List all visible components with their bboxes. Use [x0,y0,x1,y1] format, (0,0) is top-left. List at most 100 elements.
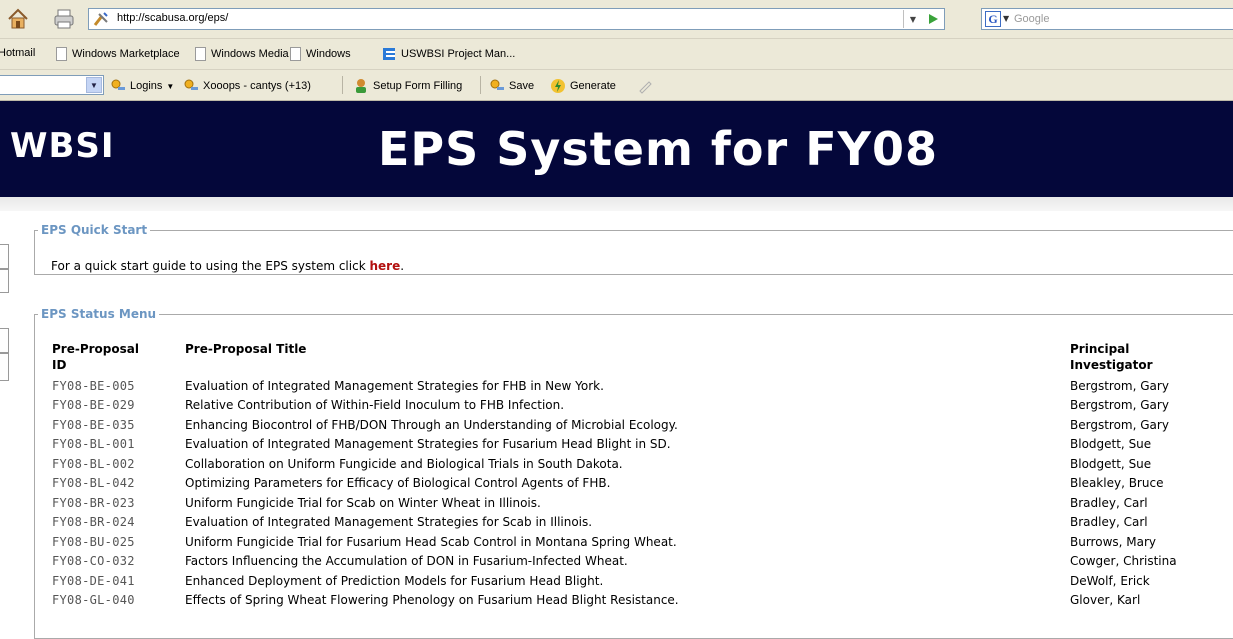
left-tab[interactable] [0,269,9,293]
column-header-id-line2: ID [52,358,67,372]
toolbar-separator [480,76,481,94]
principal-investigator: Bleakley, Bruce [1070,476,1164,491]
key-people-icon [184,79,198,90]
proposal-id[interactable]: FY08-BE-029 [52,398,135,412]
lightning-icon [551,79,565,93]
table-row[interactable]: FY08-DE-041 Enhanced Deployment of Predic… [52,574,1233,593]
table-row[interactable]: FY08-BR-024 Evaluation of Integrated Mana… [52,515,1233,534]
bookmarks-toolbar: Hotmail Windows Marketplace Windows Medi… [0,39,1233,70]
table-row[interactable]: FY08-CO-032 Factors Influencing the Accum… [52,554,1233,573]
proposal-id[interactable]: FY08-CO-032 [52,554,135,568]
chevron-down-icon: ▼ [166,81,175,91]
bookmark-label: Windows Marketplace [72,48,180,60]
principal-investigator: DeWolf, Erick [1070,573,1150,588]
principal-investigator: Blodgett, Sue [1070,456,1152,471]
quick-start-panel: EPS Quick Start For a quick start guide … [34,223,1233,275]
page-title: EPS System for FY08 [378,122,938,176]
principal-investigator: Burrows, Mary [1070,534,1157,549]
home-icon[interactable] [4,5,32,33]
bookmark-windows-media[interactable]: Windows Media [195,47,289,61]
table-row[interactable]: FY08-BL-002 Collaboration on Uniform Fung… [52,457,1233,476]
table-row[interactable]: FY08-BE-029 Relative Contribution of With… [52,398,1233,417]
proposal-id[interactable]: FY08-BE-005 [52,379,135,393]
principal-investigator: Bradley, Carl [1070,515,1148,530]
bookmark-label: Hotmail [0,47,36,59]
proposal-id[interactable]: FY08-BR-023 [52,496,135,510]
proposal-title: Effects of Spring Wheat Flowering Phenol… [185,592,679,607]
proposal-id[interactable]: FY08-GL-040 [52,593,135,607]
proposal-id[interactable]: FY08-BE-035 [52,418,135,432]
proposal-title: Evaluation of Integrated Management Stra… [185,379,604,393]
logins-menu-button[interactable]: Logins ▼ [110,78,174,94]
toolbar-separator [342,76,343,94]
site-logo: WBSI [10,126,115,166]
site-favicon-icon [93,11,109,27]
bookmark-windows[interactable]: Windows [290,47,351,61]
table-row[interactable]: FY08-BE-005 Evaluation of Integrated Mana… [52,379,1233,398]
table-row[interactable]: FY08-BU-025 Uniform Fungicide Trial for F… [52,535,1233,554]
proposal-id[interactable]: FY08-BL-001 [52,437,135,451]
proposal-id[interactable]: FY08-BL-002 [52,457,135,471]
proposal-title: Evaluation of Integrated Management Stra… [185,515,593,530]
url-text: http://scabusa.org/eps/ [117,12,229,24]
principal-investigator: Cowger, Christina [1070,554,1177,569]
quick-start-link[interactable]: here [369,259,400,273]
chevron-down-icon[interactable]: ▼ [903,10,922,28]
status-menu-legend: EPS Status Menu [41,307,157,321]
chevron-down-icon[interactable]: ▼ [86,77,102,93]
bookmark-windows-marketplace[interactable]: Windows Marketplace [56,47,180,61]
principal-investigator: Bergstrom, Gary [1070,379,1169,393]
key-people-icon [490,79,504,90]
proposal-title: Optimizing Parameters for Efficacy of Bi… [185,476,611,491]
go-arrow-icon[interactable] [924,10,942,28]
quick-start-sentence: For a quick start guide to using the EPS… [51,259,370,273]
proposal-id[interactable]: FY08-BR-024 [52,515,135,529]
column-header-title: Pre-Proposal Title [185,342,307,356]
column-header-pi: Principal Investigator [1070,341,1153,373]
bookmark-uswbsi-project[interactable]: USWBSI Project Man... [382,47,515,61]
page-icon [56,47,67,61]
search-engine-dropdown-icon[interactable]: ▼ [1003,14,1009,23]
proposal-title: Enhanced Deployment of Prediction Models… [185,573,604,588]
navigation-toolbar: http://scabusa.org/eps/ ▼ G ▼ Google [0,0,1233,39]
left-tab[interactable] [0,328,9,353]
principal-investigator: Bergstrom, Gary [1070,417,1169,432]
setup-form-filling-button[interactable]: Setup Form Filling [353,78,462,94]
proposal-id[interactable]: FY08-BL-042 [52,476,135,490]
principal-investigator: Glover, Karl [1070,592,1141,607]
proposal-title: Evaluation of Integrated Management Stra… [185,437,671,452]
logins-label: Logins [130,80,163,92]
table-row[interactable]: FY08-BL-001 Evaluation of Integrated Mana… [52,437,1233,456]
column-header-id-line1: Pre-Proposal [52,342,139,356]
key-people-icon [111,79,125,90]
save-button[interactable]: Save [489,78,534,94]
table-row[interactable]: FY08-BL-042 Optimizing Parameters for Eff… [52,476,1233,495]
generate-button[interactable]: Generate [550,78,616,94]
left-tab[interactable] [0,353,9,381]
address-bar[interactable]: http://scabusa.org/eps/ ▼ [88,8,945,30]
page-icon [195,47,206,61]
table-row[interactable]: FY08-BE-035 Enhancing Biocontrol of FHB/D… [52,418,1233,437]
proposal-title: Uniform Fungicide Trial for Scab on Wint… [185,495,541,510]
table-row[interactable]: FY08-BR-023 Uniform Fungicide Trial for S… [52,496,1233,515]
pencil-icon[interactable] [637,78,653,94]
save-label: Save [509,80,535,92]
search-placeholder: Google [1014,13,1050,25]
print-icon[interactable] [50,5,78,33]
proposal-id[interactable]: FY08-DE-041 [52,574,135,588]
google-logo-icon[interactable]: G [985,11,1001,27]
quick-start-period: . [400,259,405,273]
bookmark-label: Windows Media [211,48,289,60]
proposal-id[interactable]: FY08-BU-025 [52,535,135,549]
identity-select[interactable]: ▼ [0,75,104,95]
proposal-title: Enhancing Biocontrol of FHB/DON Through … [185,417,678,432]
xooops-button[interactable]: Xooops - cantys (+13) [183,78,311,94]
left-tab[interactable] [0,244,9,269]
table-row[interactable]: FY08-GL-040 Effects of Spring Wheat Flowe… [52,593,1233,612]
bookmark-hotmail[interactable]: Hotmail [0,47,35,59]
principal-investigator: Blodgett, Sue [1070,437,1152,452]
site-banner: WBSI EPS System for FY08 [0,101,1233,197]
quick-start-legend: EPS Quick Start [41,223,148,237]
quick-start-text: For a quick start guide to using the EPS… [51,259,404,273]
search-input[interactable]: G ▼ Google [981,8,1233,30]
